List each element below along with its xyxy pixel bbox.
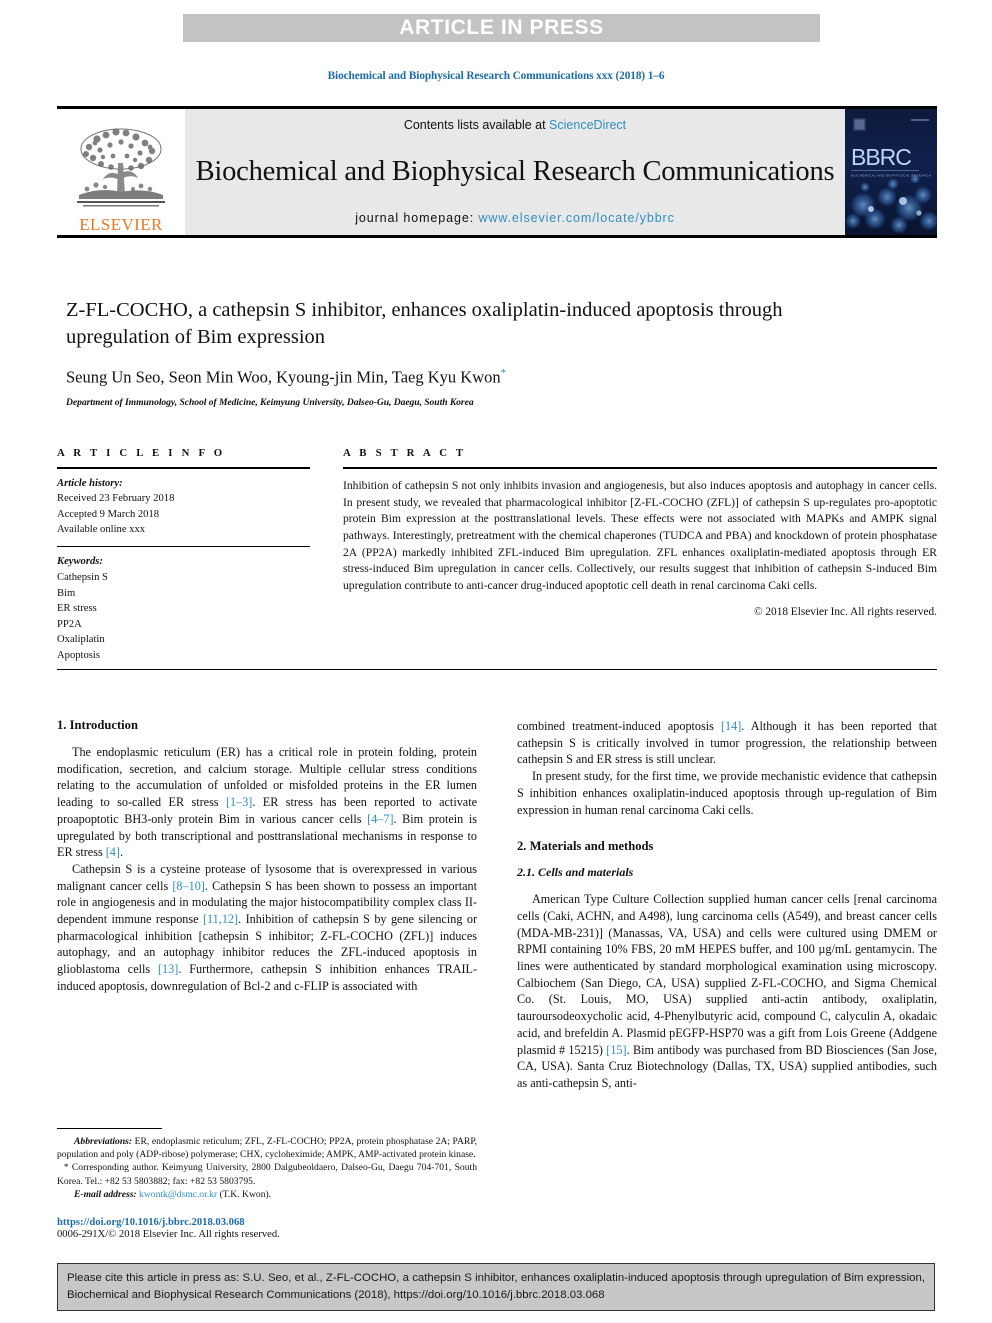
- elsevier-wordmark: ELSEVIER: [79, 215, 163, 234]
- footnote-abbreviations: Abbreviations: ER, endoplasmic reticulum…: [57, 1135, 477, 1161]
- svg-text:BIOCHEMICAL AND BIOPHYSICAL RE: BIOCHEMICAL AND BIOPHYSICAL RESEARCH: [851, 174, 931, 178]
- keywords-block: Keywords: Cathepsin S Bim ER stress PP2A…: [57, 554, 310, 663]
- citation-ref[interactable]: [13]: [158, 962, 178, 976]
- keyword-item: Apoptosis: [57, 649, 100, 661]
- contents-lists-line: Contents lists available at ScienceDirec…: [404, 118, 626, 132]
- keyword-item: Cathepsin S: [57, 572, 108, 583]
- body-column-left: 1. Introduction The endoplasmic reticulu…: [57, 718, 477, 995]
- citation-ref[interactable]: [11,12]: [203, 912, 238, 926]
- keywords-label: Keywords:: [57, 556, 103, 568]
- contents-prefix: Contents lists available at: [403, 118, 550, 132]
- body-column-right: combined treatment-induced apoptosis [14…: [517, 718, 937, 1092]
- section-heading-materials-methods: 2. Materials and methods: [517, 839, 654, 854]
- citation-ref[interactable]: [4–7]: [367, 812, 393, 826]
- bbrc-journal-cover: BBRC BIOCHEMICAL AND BIOPHYSICAL RESEARC…: [845, 109, 937, 235]
- section-heading-introduction: 1. Introduction: [57, 718, 138, 732]
- subsection-heading-cells-materials: 2.1. Cells and materials: [517, 865, 634, 880]
- masthead-center: Contents lists available at ScienceDirec…: [185, 109, 845, 235]
- title-block: Z-FL-COCHO, a cathepsin S inhibitor, enh…: [66, 297, 866, 408]
- history-item-available: Available online xxx: [57, 524, 146, 536]
- bbrc-cover-art: BBRC BIOCHEMICAL AND BIOPHYSICAL RESEARC…: [845, 109, 937, 235]
- elsevier-logo: ELSEVIER: [57, 109, 185, 235]
- article-info-rule-mid: [57, 546, 310, 548]
- article-history-label: Article history:: [57, 478, 123, 489]
- abstract-copyright: © 2018 Elsevier Inc. All rights reserved…: [753, 605, 937, 618]
- affiliation: Department of Immunology, School of Medi…: [66, 396, 474, 408]
- doi-link[interactable]: https://doi.org/10.1016/j.bbrc.2018.03.0…: [57, 1217, 477, 1228]
- author-list: Seung Un Seo, Seon Min Woo, Kyoung-jin M…: [66, 367, 866, 388]
- abstract-bottom-rule: [57, 669, 937, 670]
- please-cite-text: Please cite this article in press as: S.…: [67, 1272, 925, 1302]
- text-run: Corresponding author. Keimyung Universit…: [57, 1162, 477, 1187]
- citation-ref[interactable]: [4]: [106, 845, 120, 859]
- footnotes-block: Abbreviations: ER, endoplasmic reticulum…: [57, 1128, 477, 1240]
- corresponding-author-marker[interactable]: *: [501, 367, 507, 379]
- article-info-column: A R T I C L E I N F O Article history: R…: [57, 447, 310, 663]
- citation-ref[interactable]: [15]: [606, 1043, 626, 1057]
- footnote-email: E-mail address: kwontk@dsmc.or.kr (T.K. …: [57, 1188, 477, 1201]
- sciencedirect-link[interactable]: ScienceDirect: [549, 118, 626, 132]
- journal-masthead: ELSEVIER Contents lists available at Sci…: [57, 106, 937, 238]
- email-link[interactable]: kwontk@dsmc.or.kr: [139, 1189, 217, 1200]
- journal-homepage-link[interactable]: www.elsevier.com/locate/ybbrc: [478, 211, 674, 225]
- article-info-heading: A R T I C L E I N F O: [57, 447, 226, 459]
- right-paragraph-2: In present study, for the first time, we…: [517, 769, 937, 817]
- svg-text:BBRC: BBRC: [851, 144, 911, 170]
- footnote-corresponding-author: * Corresponding author. Keimyung Univers…: [57, 1161, 477, 1187]
- journal-title: Biochemical and Biophysical Research Com…: [195, 155, 835, 187]
- article-info-rule-top: [57, 467, 310, 469]
- abstract-column: A B S T R A C T Inhibition of cathepsin …: [343, 447, 937, 618]
- text-run: .: [119, 845, 124, 860]
- please-cite-box: Please cite this article in press as: S.…: [57, 1263, 935, 1311]
- abstract-heading: A B S T R A C T: [343, 447, 467, 459]
- right-paragraph-3: American Type Culture Collection supplie…: [517, 891, 937, 1091]
- right-paragraph-1: combined treatment-induced apoptosis [14…: [517, 718, 937, 768]
- citation-ref[interactable]: [14]: [721, 719, 741, 733]
- author-names: Seung Un Seo, Seon Min Woo, Kyoung-jin M…: [66, 367, 501, 387]
- footnote-divider: [57, 1128, 162, 1129]
- keyword-item: Oxaliplatin: [57, 634, 105, 646]
- abstract-rule-top: [343, 467, 937, 469]
- journal-homepage-line: journal homepage: www.elsevier.com/locat…: [355, 211, 675, 225]
- text-run: combined treatment-induced apoptosis: [517, 719, 721, 733]
- citation-ref[interactable]: [1–3]: [226, 795, 252, 809]
- keyword-item: PP2A: [57, 618, 82, 630]
- history-item-received: Received 23 February 2018: [57, 493, 175, 505]
- homepage-prefix: journal homepage:: [355, 211, 479, 225]
- abstract-text: Inhibition of cathepsin S not only inhib…: [343, 479, 937, 593]
- email-address-label: E-mail address:: [74, 1188, 137, 1200]
- history-item-accepted: Accepted 9 March 2018: [57, 508, 160, 520]
- abbreviations-label: Abbreviations:: [74, 1136, 133, 1147]
- intro-paragraph-1: The endoplasmic reticulum (ER) has a cri…: [57, 744, 477, 861]
- text-run: American Type Culture Collection supplie…: [517, 892, 937, 1057]
- text-run: (T.K. Kwon).: [217, 1188, 272, 1200]
- article-in-press-banner: ARTICLE IN PRESS: [183, 14, 820, 42]
- journal-reference-line: Biochemical and Biophysical Research Com…: [327, 70, 665, 82]
- keyword-item: Bim: [57, 587, 76, 599]
- elsevier-tree-icon: [77, 128, 165, 207]
- article-history-block: Article history: Received 23 February 20…: [57, 476, 310, 537]
- intro-paragraph-2: Cathepsin S is a cysteine protease of ly…: [57, 861, 477, 995]
- page-title: Z-FL-COCHO, a cathepsin S inhibitor, enh…: [66, 299, 783, 349]
- issn-copyright-line: 0006-291X/© 2018 Elsevier Inc. All right…: [57, 1229, 280, 1241]
- keyword-item: ER stress: [57, 603, 97, 615]
- citation-ref[interactable]: [8–10]: [172, 879, 205, 893]
